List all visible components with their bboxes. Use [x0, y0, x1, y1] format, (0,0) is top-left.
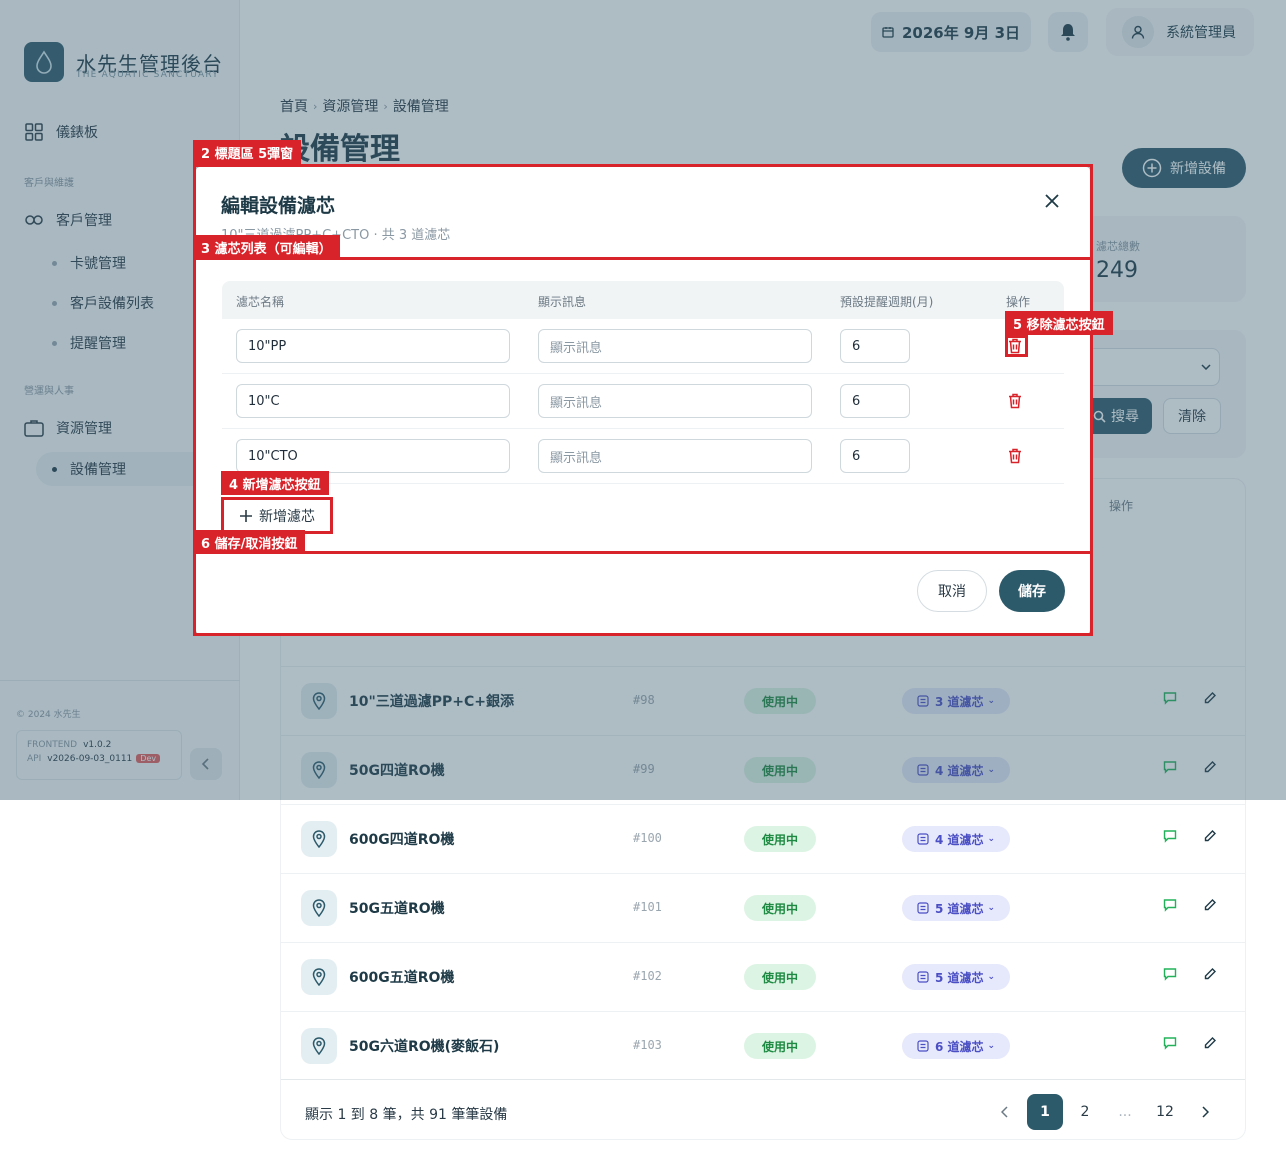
- chevron-left-icon: [1001, 1106, 1008, 1118]
- location-pin-icon: [301, 1028, 337, 1064]
- device-code: #103: [633, 1038, 662, 1052]
- pencil-icon: [1204, 968, 1216, 980]
- table-row[interactable]: 50G六道RO機(麥飯石) #103 使用中 6 道濾芯 ⌄: [281, 1011, 1245, 1080]
- pencil-icon: [1204, 899, 1216, 911]
- list-icon: [917, 971, 929, 983]
- filter-count-label: 5 道濾芯: [934, 970, 984, 985]
- edit-button[interactable]: [1203, 1036, 1217, 1050]
- annotation-box-add-filter: [221, 497, 333, 534]
- pagination: 顯示 1 到 8 筆，共 91 筆筆設備 1 2 ... 12: [281, 1079, 1245, 1139]
- filter-count-label: 6 道濾芯: [934, 1039, 984, 1054]
- pagination-summary: 顯示 1 到 8 筆，共 91 筆筆設備: [305, 1107, 508, 1123]
- annotation-label-title: 2 標題區 5彈窗: [193, 140, 302, 164]
- page-ellipsis: ...: [1118, 1104, 1132, 1120]
- page-button[interactable]: 1: [1027, 1094, 1063, 1130]
- filter-count-dropdown[interactable]: 5 道濾芯 ⌄: [902, 964, 1010, 990]
- table-row[interactable]: 50G五道RO機 #101 使用中 5 道濾芯 ⌄: [281, 873, 1245, 942]
- edit-button[interactable]: [1203, 967, 1217, 981]
- edit-button[interactable]: [1203, 898, 1217, 912]
- status-badge: 使用中: [744, 826, 816, 852]
- annotation-label-actions: 6 儲存/取消按鈕: [193, 530, 306, 554]
- device-name: 600G五道RO機: [349, 970, 455, 986]
- status-badge: 使用中: [744, 895, 816, 921]
- message-button[interactable]: [1163, 1036, 1177, 1050]
- status-badge: 使用中: [744, 964, 816, 990]
- device-name: 600G四道RO機: [349, 832, 455, 848]
- device-code: #101: [633, 900, 662, 914]
- page-button[interactable]: 2: [1067, 1094, 1103, 1130]
- message-button[interactable]: [1163, 829, 1177, 843]
- filter-count-dropdown[interactable]: 4 道濾芯 ⌄: [902, 826, 1010, 852]
- annotation-box-actions: [193, 551, 1093, 636]
- message-button[interactable]: [1163, 898, 1177, 912]
- device-code: #102: [633, 969, 662, 983]
- filter-count-label: 4 道濾芯: [934, 832, 984, 847]
- chat-icon: [1163, 968, 1177, 981]
- chevron-right-icon: [1202, 1106, 1209, 1118]
- prev-page-button[interactable]: [987, 1094, 1023, 1130]
- page-button[interactable]: 12: [1147, 1094, 1183, 1130]
- chevron-down-icon: ⌄: [987, 903, 996, 913]
- device-name: 50G五道RO機: [349, 901, 445, 917]
- chevron-down-icon: ⌄: [987, 972, 996, 982]
- pencil-icon: [1204, 1037, 1216, 1049]
- location-pin-icon: [301, 959, 337, 995]
- list-icon: [917, 902, 929, 914]
- pencil-icon: [1204, 830, 1216, 842]
- table-row[interactable]: 600G四道RO機 #100 使用中 4 道濾芯 ⌄: [281, 804, 1245, 873]
- status-badge: 使用中: [744, 1033, 816, 1059]
- message-button[interactable]: [1163, 967, 1177, 981]
- list-icon: [917, 1040, 929, 1052]
- chat-icon: [1163, 899, 1177, 912]
- location-pin-icon: [301, 890, 337, 926]
- list-icon: [917, 833, 929, 845]
- edit-button[interactable]: [1203, 829, 1217, 843]
- filter-count-label: 5 道濾芯: [934, 901, 984, 916]
- table-row[interactable]: 600G五道RO機 #102 使用中 5 道濾芯 ⌄: [281, 942, 1245, 1011]
- annotation-box-remove-filter: [1005, 335, 1028, 357]
- chat-icon: [1163, 1037, 1177, 1050]
- annotation-label-add-filter: 4 新增濾芯按鈕: [221, 471, 329, 495]
- annotation-label-filter-list: 3 濾芯列表（可編輯）: [193, 235, 340, 259]
- chevron-down-icon: ⌄: [987, 1041, 996, 1051]
- chevron-down-icon: ⌄: [987, 834, 996, 844]
- filter-count-dropdown[interactable]: 5 道濾芯 ⌄: [902, 895, 1010, 921]
- chat-icon: [1163, 830, 1177, 843]
- device-name: 50G六道RO機(麥飯石): [349, 1039, 500, 1055]
- filter-count-dropdown[interactable]: 6 道濾芯 ⌄: [902, 1033, 1010, 1059]
- device-code: #100: [633, 831, 662, 845]
- location-pin-icon: [301, 821, 337, 857]
- next-page-button[interactable]: [1187, 1094, 1223, 1130]
- annotation-label-remove-filter: 5 移除濾芯按鈕: [1005, 311, 1113, 335]
